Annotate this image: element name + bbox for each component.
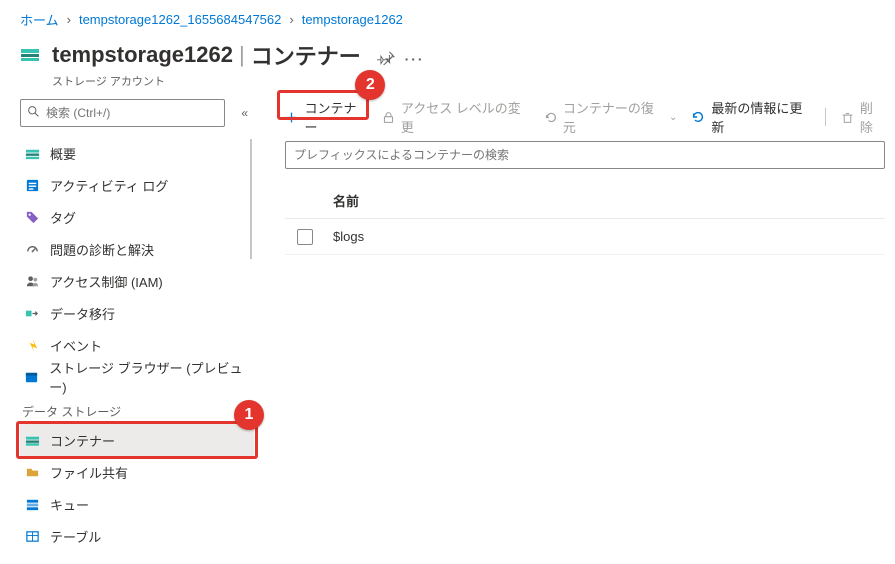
sidebar-item-label: 問題の診断と解決	[50, 240, 154, 259]
annotation-badge-1: 1	[234, 400, 264, 430]
search-icon	[27, 105, 40, 121]
sidebar-item-label: テーブル	[50, 527, 101, 546]
sidebar: « 概要 アクティビティ ログ タグ 問題の診断と解決 アクセス制御 (IAM)…	[0, 99, 255, 564]
restore-container-button[interactable]: コンテナーの復元 ⌄	[543, 98, 677, 136]
sidebar-search[interactable]	[20, 99, 225, 127]
refresh-button[interactable]: 最新の情報に更新	[691, 98, 811, 136]
sidebar-item-tables[interactable]: テーブル	[20, 520, 254, 552]
sidebar-item-containers[interactable]: コンテナー	[20, 424, 254, 456]
sidebar-item-label: アクセス制御 (IAM)	[50, 272, 163, 291]
toolbar: コンテナー 2 アクセス レベルの変更 コンテナーの復元 ⌄ 最新の情報に更新	[285, 99, 885, 135]
breadcrumb-home[interactable]: ホーム	[20, 10, 59, 29]
change-access-level-button[interactable]: アクセス レベルの変更	[381, 98, 529, 136]
plus-icon	[285, 110, 299, 124]
row-name[interactable]: $logs	[325, 229, 885, 244]
toolbar-separator	[825, 108, 826, 126]
activity-log-icon	[24, 177, 40, 193]
page-header: tempstorage1262 | コンテナー ··· ストレージ アカウント	[0, 35, 895, 89]
collapse-sidebar-icon[interactable]: «	[235, 102, 254, 124]
table-header: 名前	[285, 183, 885, 219]
iam-icon	[24, 273, 40, 289]
sidebar-item-label: データ移行	[50, 304, 115, 323]
sidebar-item-iam[interactable]: アクセス制御 (IAM)	[20, 265, 254, 297]
storage-browser-icon	[24, 369, 39, 385]
sidebar-search-input[interactable]	[46, 106, 218, 120]
filter-box[interactable]	[285, 141, 885, 169]
overview-icon	[24, 145, 40, 161]
sidebar-item-file-shares[interactable]: ファイル共有	[20, 456, 254, 488]
sidebar-section-data-storage: データ ストレージ	[22, 403, 254, 420]
sidebar-item-label: ストレージ ブラウザー (プレビュー)	[49, 358, 250, 396]
sidebar-item-label: ファイル共有	[50, 463, 128, 482]
row-checkbox[interactable]	[297, 229, 313, 245]
sidebar-item-events[interactable]: イベント	[20, 329, 254, 361]
sidebar-item-diagnose[interactable]: 問題の診断と解決	[20, 233, 254, 265]
annotation-badge-2: 2	[355, 70, 385, 100]
sidebar-item-tags[interactable]: タグ	[20, 201, 254, 233]
title-separator: |	[239, 42, 245, 68]
restore-label: コンテナーの復元	[563, 98, 663, 136]
filter-input[interactable]	[294, 148, 876, 162]
sidebar-item-storage-browser[interactable]: ストレージ ブラウザー (プレビュー)	[20, 361, 254, 393]
sidebar-item-overview[interactable]: 概要	[20, 137, 254, 169]
add-container-button[interactable]: コンテナー	[285, 98, 367, 136]
access-level-icon	[381, 110, 395, 124]
fileshare-icon	[24, 464, 40, 480]
title-blade-name: コンテナー	[251, 39, 361, 71]
breadcrumb: ホーム › tempstorage1262_1655684547562 › te…	[0, 0, 895, 35]
chevron-down-icon: ⌄	[669, 112, 677, 123]
migrate-icon	[24, 305, 40, 321]
pin-icon[interactable]	[377, 51, 395, 68]
sidebar-item-label: アクティビティ ログ	[50, 176, 168, 195]
refresh-label: 最新の情報に更新	[711, 98, 811, 136]
table-icon	[24, 528, 40, 544]
sidebar-item-queues[interactable]: キュー	[20, 488, 254, 520]
sidebar-item-activity-log[interactable]: アクティビティ ログ	[20, 169, 254, 201]
refresh-icon	[691, 110, 705, 124]
sidebar-item-label: キュー	[50, 495, 89, 514]
sidebar-item-label: イベント	[50, 336, 102, 355]
sidebar-item-label: タグ	[50, 208, 76, 227]
chevron-right-icon: ›	[67, 12, 71, 27]
tag-icon	[24, 209, 40, 225]
undo-icon	[543, 110, 556, 124]
breadcrumb-resource[interactable]: tempstorage1262	[302, 12, 403, 27]
storage-account-icon	[20, 45, 40, 65]
table-row[interactable]: $logs	[285, 219, 885, 255]
event-icon	[24, 337, 40, 353]
sidebar-item-label: 概要	[50, 144, 76, 163]
breadcrumb-rg[interactable]: tempstorage1262_1655684547562	[79, 12, 281, 27]
chevron-right-icon: ›	[289, 12, 293, 27]
diagnose-icon	[24, 241, 40, 257]
sidebar-item-label: コンテナー	[50, 431, 115, 450]
title-resource-name: tempstorage1262	[52, 42, 233, 68]
change-access-label: アクセス レベルの変更	[401, 98, 530, 136]
trash-icon	[840, 110, 853, 124]
containers-table: 名前 $logs	[285, 183, 885, 255]
more-icon[interactable]: ···	[405, 51, 425, 68]
add-container-label: コンテナー	[305, 98, 368, 136]
delete-label: 削除	[860, 98, 885, 136]
column-name[interactable]: 名前	[325, 191, 885, 210]
scrollbar[interactable]	[250, 139, 252, 259]
delete-button[interactable]: 削除	[840, 98, 885, 136]
page-title: tempstorage1262 | コンテナー ···	[52, 39, 425, 71]
main-panel: コンテナー 2 アクセス レベルの変更 コンテナーの復元 ⌄ 最新の情報に更新	[255, 99, 895, 564]
sidebar-item-data-migration[interactable]: データ移行	[20, 297, 254, 329]
container-icon	[24, 432, 40, 448]
queue-icon	[24, 496, 40, 512]
